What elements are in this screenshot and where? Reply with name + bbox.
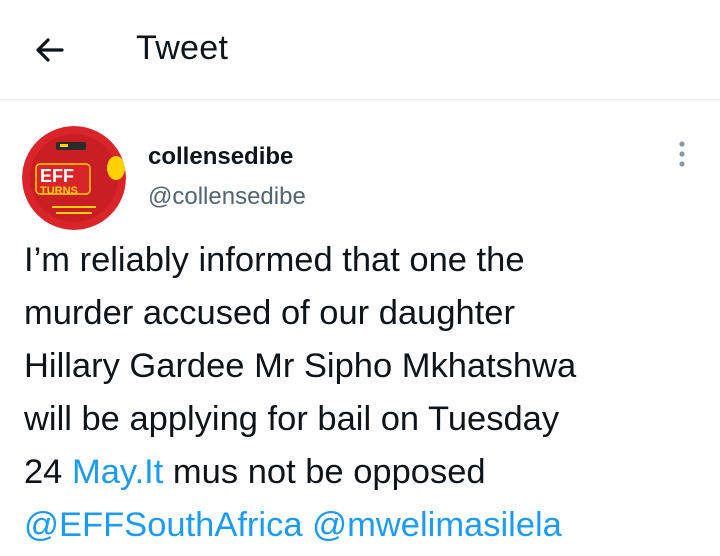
logo-brand-line2: TURNS <box>40 185 78 197</box>
top-bar: Tweet <box>0 0 720 100</box>
tweet-line: I’m reliably informed that one the <box>24 234 714 287</box>
author-display-name[interactable]: collensedibe <box>148 142 293 172</box>
arrow-left-icon <box>36 38 64 62</box>
avatar[interactable]: EFF TURNS <box>22 126 126 230</box>
tweet-line: @EFFSouthAfrica @mwelimasilela <box>24 499 714 552</box>
logo-brand-line1: EFF <box>40 166 74 186</box>
tweet-text-segment: I’m reliably informed that one the <box>24 241 525 279</box>
tweet-text-segment: Hillary Gardee Mr Sipho Mkhatshwa <box>24 347 577 385</box>
page-title: Tweet <box>136 29 229 67</box>
tweet-text-segment: 24 <box>24 453 72 491</box>
author-handle[interactable]: @collensedibe <box>148 182 306 212</box>
tweet-text-segment: will be applying for bail on Tuesday <box>24 400 560 438</box>
more-options-button[interactable] <box>666 138 698 170</box>
text-link[interactable]: May.It <box>72 453 163 491</box>
mention-link[interactable]: @mwelimasilela <box>312 506 562 544</box>
eff-turns-logo: EFF TURNS <box>22 126 126 230</box>
tweet-text-segment: murder accused of our daughter <box>24 294 515 332</box>
tweet-line: Hillary Gardee Mr Sipho Mkhatshwa <box>24 340 714 393</box>
tweet-line: will be applying for bail on Tuesday <box>24 393 714 446</box>
tweet-text-segment: mus not be opposed <box>163 453 486 491</box>
tweet-page: Tweet EFF TURNS collensedibe @collensedi… <box>0 0 720 556</box>
tweet-line: 24 May.It mus not be opposed <box>24 446 714 499</box>
mention-link[interactable]: @EFFSouthAfrica <box>24 506 303 544</box>
tweet-text: I’m reliably informed that one the murder… <box>24 234 714 552</box>
back-button[interactable] <box>28 28 72 72</box>
vertical-ellipsis-icon <box>679 141 685 167</box>
tweet-line: murder accused of our daughter <box>24 287 714 340</box>
tweet-text-segment <box>303 506 313 544</box>
